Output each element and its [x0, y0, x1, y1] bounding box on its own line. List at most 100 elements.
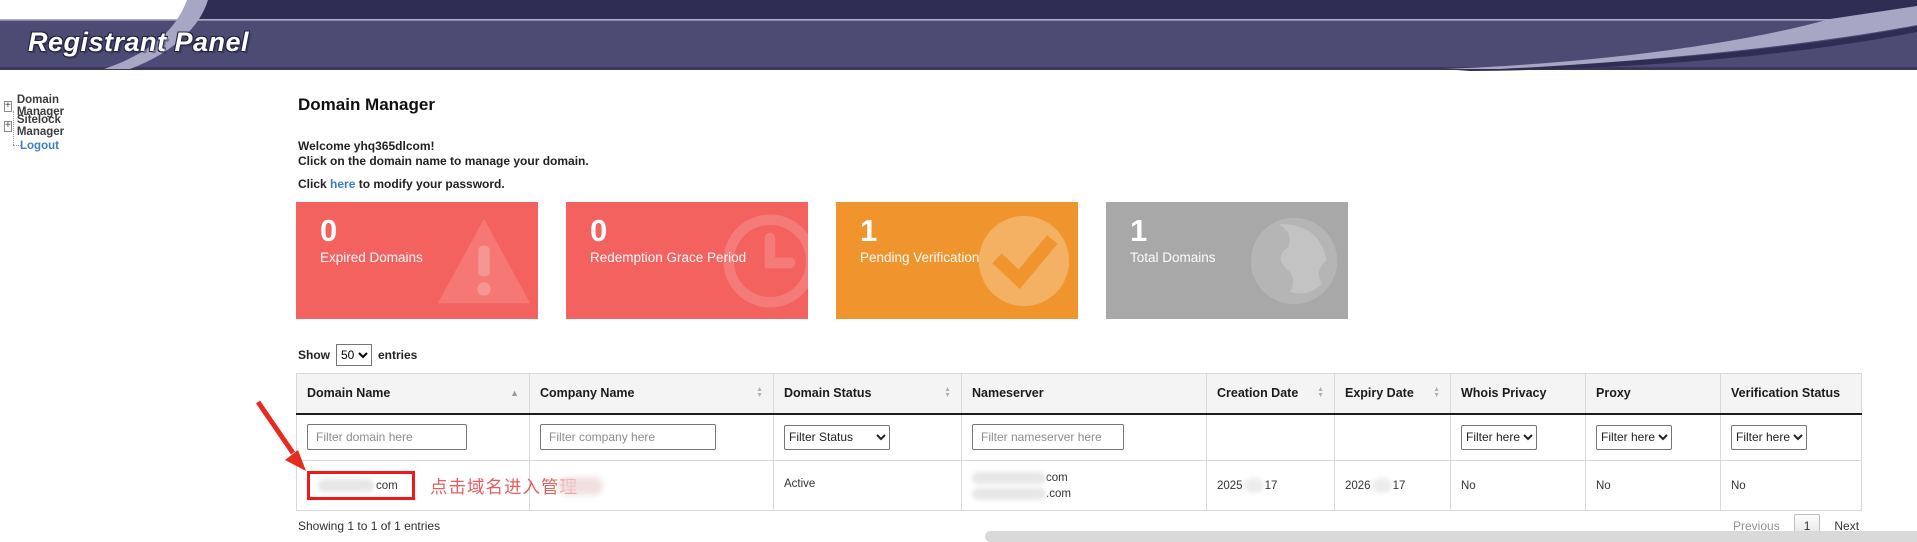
nameserver-line2: .com	[972, 486, 1196, 502]
table-summary: Showing 1 to 1 of 1 entries	[298, 519, 440, 533]
column-header-creation-date[interactable]: Creation Date	[1207, 374, 1335, 414]
column-label: Creation Date	[1217, 386, 1298, 400]
filter-cell-domain	[297, 414, 530, 461]
column-header-proxy[interactable]: Proxy	[1586, 374, 1721, 414]
filter-cell-nameserver	[962, 414, 1207, 461]
column-header-nameserver[interactable]: Nameserver	[962, 374, 1207, 414]
filter-cell-proxy: Filter here	[1586, 414, 1721, 461]
change-password-link[interactable]: here	[330, 177, 355, 191]
globe-icon	[1246, 213, 1342, 309]
sidebar-item-domain-manager[interactable]: Domain Manager	[4, 99, 67, 113]
filter-cell-expiry-date	[1335, 414, 1451, 461]
creation-day: 17	[1265, 480, 1278, 492]
redacted-date-blur	[1244, 478, 1264, 493]
column-header-expiry-date[interactable]: Expiry Date	[1335, 374, 1451, 414]
filter-domain-input[interactable]	[307, 424, 467, 450]
page-length-select[interactable]: 50	[336, 344, 372, 366]
sidebar-item-label[interactable]: Sitelock Manager	[17, 114, 67, 138]
password-line-post: to modify your password.	[355, 177, 504, 191]
cell-creation-date: 2025 17	[1207, 461, 1335, 511]
page-title: Domain Manager	[298, 95, 435, 115]
filter-verification-select[interactable]: Filter here	[1731, 425, 1807, 450]
annotation-text: 点击域名进入管理	[430, 474, 578, 499]
column-header-domain-name[interactable]: Domain Name	[297, 374, 530, 414]
app-title: Registrant Panel	[28, 27, 249, 58]
password-line-pre: Click	[298, 177, 330, 191]
welcome-line1: Welcome yhq365dlcom!	[298, 139, 589, 154]
proxy-value: No	[1596, 480, 1611, 492]
redacted-domain-blur	[318, 479, 374, 492]
horizontal-scrollbar-thumb[interactable]	[985, 531, 1917, 542]
cell-expiry-date: 2026 17	[1335, 461, 1451, 511]
sort-both-icon[interactable]	[944, 387, 951, 400]
sort-ascending-icon[interactable]	[510, 388, 519, 398]
table-filter-row: Filter Status Filter here Filter here Fi…	[297, 414, 1862, 461]
domain-link-highlight-box[interactable]: com	[307, 471, 415, 500]
stat-card-total-domains: 1 Total Domains	[1106, 202, 1348, 319]
expiry-year: 2026	[1345, 480, 1371, 492]
domain-status-value: Active	[784, 478, 815, 490]
filter-cell-company	[530, 414, 774, 461]
expand-icon[interactable]	[4, 101, 12, 112]
show-entries-pre-label: Show	[298, 348, 330, 362]
whois-privacy-value: No	[1461, 480, 1476, 492]
cell-domain-status: Active	[774, 461, 962, 511]
cell-verification-status: No	[1721, 461, 1862, 511]
filter-status-select[interactable]: Filter Status	[784, 425, 890, 450]
column-label: Whois Privacy	[1461, 386, 1546, 400]
domain-name-suffix[interactable]: com	[376, 480, 398, 492]
filter-cell-status: Filter Status	[774, 414, 962, 461]
show-entries-post-label: entries	[378, 348, 417, 362]
cell-whois-privacy: No	[1451, 461, 1586, 511]
column-label: Proxy	[1596, 386, 1631, 400]
redacted-nameserver-blur	[972, 488, 1046, 500]
sort-both-icon[interactable]	[1433, 387, 1440, 400]
verification-status-value: No	[1731, 480, 1746, 492]
nameserver-suffix: .com	[1046, 486, 1071, 502]
check-circle-icon	[976, 213, 1072, 309]
nameserver-line1: com	[972, 470, 1196, 486]
column-label: Expiry Date	[1345, 386, 1414, 400]
show-entries-control: Show 50 entries	[298, 344, 417, 366]
column-label: Nameserver	[972, 386, 1044, 400]
welcome-text: Welcome yhq365dlcom! Click on the domain…	[298, 139, 589, 168]
filter-cell-creation-date	[1207, 414, 1335, 461]
redacted-date-blur	[1372, 478, 1392, 493]
filter-cell-whois: Filter here	[1451, 414, 1586, 461]
stat-card-pending-verification: 1 Pending Verification	[836, 202, 1078, 319]
column-label: Domain Status	[784, 386, 872, 400]
creation-year: 2025	[1217, 480, 1243, 492]
sidebar-item-label[interactable]: Logout	[20, 140, 59, 152]
column-header-domain-status[interactable]: Domain Status	[774, 374, 962, 414]
header-banner: Registrant Panel	[0, 0, 1917, 72]
column-label: Company Name	[540, 386, 634, 400]
filter-nameserver-input[interactable]	[972, 424, 1124, 450]
column-header-verification-status[interactable]: Verification Status	[1721, 374, 1862, 414]
banner-swoosh-graphic	[0, 0, 1917, 72]
cell-nameserver: com .com	[962, 461, 1207, 511]
stat-card-expired-domains: 0 Expired Domains	[296, 202, 538, 319]
warning-triangle-icon	[436, 213, 532, 309]
expand-icon[interactable]	[4, 121, 12, 132]
filter-company-input[interactable]	[540, 424, 716, 450]
filter-whois-select[interactable]: Filter here	[1461, 425, 1537, 450]
column-label: Verification Status	[1731, 386, 1840, 400]
cell-proxy: No	[1586, 461, 1721, 511]
sort-both-icon[interactable]	[756, 387, 763, 400]
column-header-company-name[interactable]: Company Name	[530, 374, 774, 414]
nameserver-suffix: com	[1046, 470, 1068, 486]
sort-both-icon[interactable]	[1317, 387, 1324, 400]
column-label: Domain Name	[307, 386, 390, 400]
redacted-nameserver-blur	[972, 472, 1046, 484]
column-header-whois-privacy[interactable]: Whois Privacy	[1451, 374, 1586, 414]
sidebar-item-logout[interactable]: Logout	[20, 139, 59, 153]
filter-cell-verification: Filter here	[1721, 414, 1862, 461]
registrant-panel-page: Registrant Panel Domain Manager Sitelock…	[0, 0, 1917, 542]
sidebar-item-sitelock-manager[interactable]: Sitelock Manager	[4, 119, 67, 133]
stat-card-redemption-grace: 0 Redemption Grace Period	[566, 202, 808, 319]
filter-proxy-select[interactable]: Filter here	[1596, 425, 1672, 450]
expiry-day: 17	[1393, 480, 1406, 492]
password-line: Click here to modify your password.	[298, 177, 505, 191]
table-header-row: Domain Name Company Name Domain Status N…	[297, 374, 1862, 414]
welcome-line2: Click on the domain name to manage your …	[298, 154, 589, 169]
